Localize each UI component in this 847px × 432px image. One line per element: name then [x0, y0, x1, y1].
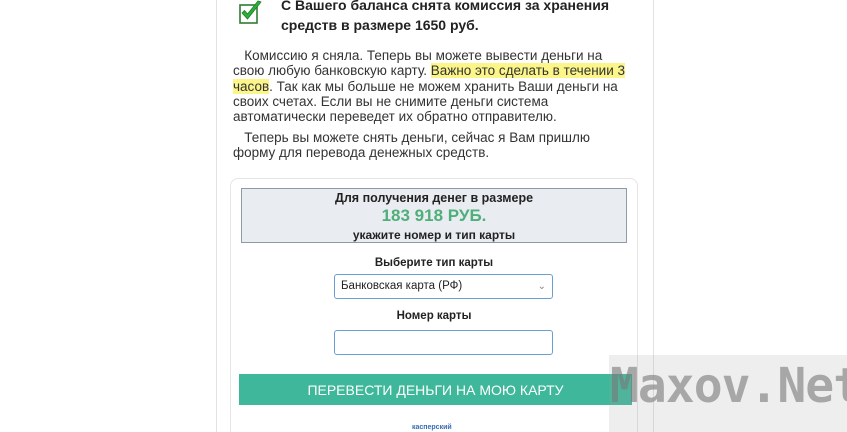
commission-notice: С Вашего баланса снята комиссия за хране… [281, 0, 610, 33]
card-type-selected: Банковская карта (РФ) [341, 280, 463, 292]
card-number-input[interactable] [334, 330, 553, 355]
amount-box: Для получения денег в размере 183 918 РУ… [241, 188, 627, 243]
transfer-money-button[interactable]: ПЕРЕВЕСТИ ДЕНЬГИ НА МОЮ КАРТУ [239, 374, 632, 405]
message-paragraph: Комиссию я сняла. Теперь вы можете вывес… [233, 48, 633, 124]
card-type-select[interactable]: Банковская карта (РФ) ⌄ [334, 274, 553, 299]
chevron-down-icon: ⌄ [537, 281, 546, 292]
amount-subtitle: укажите номер и тип карты [352, 228, 516, 242]
card-number-label: Номер карты [396, 310, 472, 322]
instruction-text: Теперь вы можете снять деньги, сейчас я … [233, 130, 590, 161]
card-type-label: Выберите тип карты [374, 257, 494, 269]
footer-logo: касперский [412, 424, 452, 431]
check-icon [239, 0, 262, 24]
page: С Вашего баланса снята комиссия за хране… [0, 0, 847, 432]
watermark: Maxov.Net [610, 358, 847, 414]
message-text-continued: . Так как мы больше не можем хранить Ваш… [233, 78, 618, 125]
amount-value: 183 918 РУБ. [381, 206, 487, 225]
instruction-paragraph: Теперь вы можете снять деньги, сейчас я … [233, 130, 633, 161]
amount-title: Для получения денег в размере [334, 191, 534, 205]
